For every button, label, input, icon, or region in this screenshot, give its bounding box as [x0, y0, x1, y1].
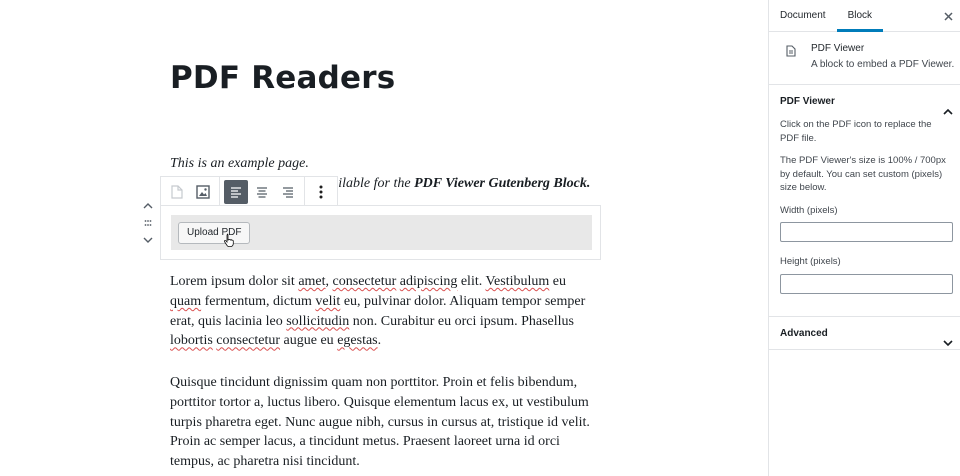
hand-cursor-icon: [223, 233, 235, 252]
tab-document[interactable]: Document: [769, 0, 837, 31]
misspelled-word: sollicitudin: [286, 313, 350, 329]
text-run: elit.: [457, 274, 486, 289]
pdf-viewer-panel-body: Click on the PDF icon to replace the PDF…: [769, 118, 960, 317]
panel-title: PDF Viewer: [780, 96, 835, 107]
move-down-icon[interactable]: [140, 232, 156, 248]
help-text-size: The PDF Viewer's size is 100% / 700px by…: [780, 155, 946, 193]
misspelled-word: adipiscing: [399, 274, 458, 289]
toolbar-group-media: [161, 177, 220, 207]
pdf-file-icon[interactable]: [165, 180, 189, 204]
misspelled-word: egestas: [337, 333, 378, 349]
width-label: Width (pixels): [780, 204, 838, 216]
misspelled-word: Vestibulum: [485, 274, 550, 289]
upload-pdf-button[interactable]: Upload PDF: [178, 222, 251, 244]
height-input[interactable]: [780, 273, 953, 294]
advanced-title: Advanced: [780, 327, 828, 339]
text-run: fermentum, dictum: [201, 293, 316, 309]
toolbar-group-more: [305, 177, 337, 207]
toolbar-group-align: [220, 177, 305, 207]
tab-block[interactable]: Block: [836, 0, 884, 32]
image-icon[interactable]: [191, 180, 215, 204]
block-description: A block to embed a PDF Viewer.: [811, 59, 955, 70]
text-run: Lorem ipsum dolor sit: [170, 274, 299, 289]
text-run: eu: [549, 274, 566, 289]
misspelled-word: lobortis: [170, 333, 213, 349]
misspelled-word: quam: [170, 293, 202, 309]
page-title[interactable]: PDF Readers: [170, 60, 395, 96]
editor-canvas: PDF Readers This is an example page. the…: [0, 0, 768, 476]
pdf-viewer-block[interactable]: Upload PDF: [160, 205, 601, 260]
align-right-icon[interactable]: [276, 180, 300, 204]
align-center-icon[interactable]: [250, 180, 274, 204]
align-left-icon[interactable]: [224, 180, 248, 204]
misspelled-word: velit: [315, 293, 341, 309]
text-run: non. Curabitur eu orci ipsum. Phasellus: [349, 313, 574, 329]
advanced-panel-toggle[interactable]: Advanced: [769, 317, 960, 350]
block-name: PDF Viewer: [811, 43, 865, 54]
help-text-replace: Click on the PDF icon to replace the PDF…: [780, 119, 932, 144]
block-toolbar: [160, 176, 338, 208]
example-line-1: This is an example page.: [170, 156, 309, 171]
misspelled-word: amet: [298, 274, 326, 289]
text-run: augue eu: [280, 333, 338, 349]
move-up-icon[interactable]: [140, 198, 156, 214]
lorem-paragraph[interactable]: Lorem ipsum dolor sit amet, consectetur …: [170, 272, 600, 351]
settings-sidebar: Document Block PDF Viewer A block to emb…: [768, 0, 960, 476]
text-run: ,: [325, 274, 333, 289]
drag-handle-icon[interactable]: [140, 215, 156, 231]
block-card: PDF Viewer A block to embed a PDF Viewer…: [769, 32, 960, 85]
block-mover: [140, 198, 156, 249]
pdf-viewer-panel-toggle[interactable]: PDF Viewer: [769, 85, 960, 118]
quisque-paragraph[interactable]: Quisque tincidunt dignissim quam non por…: [170, 373, 600, 472]
pdf-document-icon: [786, 44, 796, 62]
pdf-placeholder: Upload PDF: [171, 215, 592, 250]
chevron-down-icon: [943, 328, 953, 361]
chevron-up-icon: [943, 96, 953, 129]
text-run: .: [377, 333, 382, 349]
width-input[interactable]: [780, 222, 953, 242]
misspelled-word: consectetur: [216, 333, 281, 349]
close-icon[interactable]: [940, 8, 956, 24]
more-options-icon[interactable]: [309, 180, 333, 204]
height-label: Height (pixels): [780, 256, 841, 267]
example-line-2-b: PDF Viewer Gutenberg Block.: [414, 176, 591, 191]
misspelled-word: consectetur: [332, 274, 397, 289]
sidebar-tabs: Document Block: [769, 0, 960, 32]
